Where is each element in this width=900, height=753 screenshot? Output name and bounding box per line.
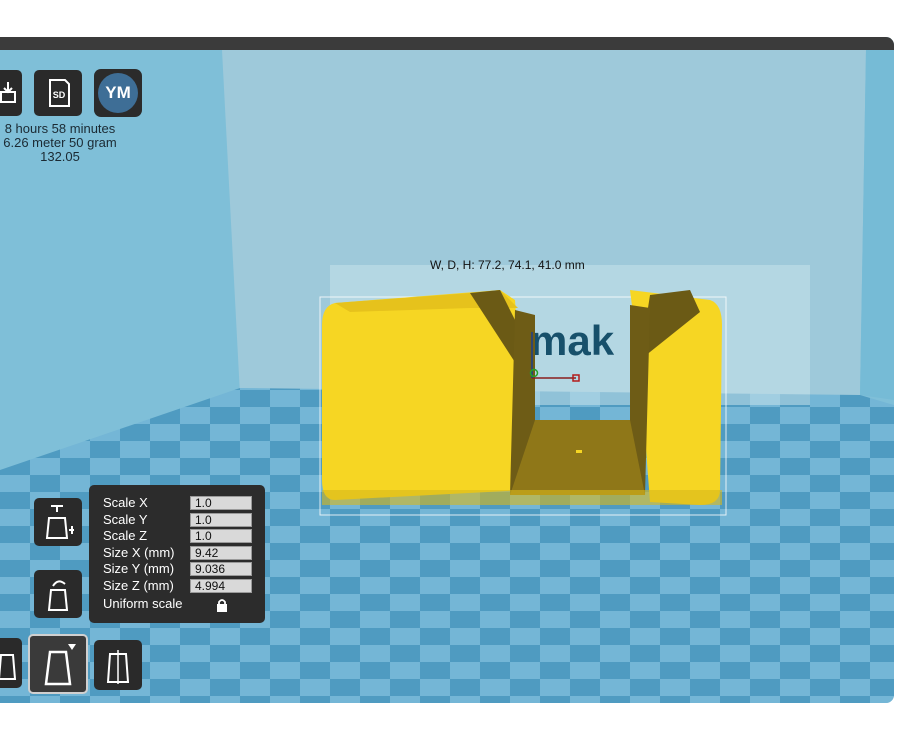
youmagine-button[interactable]: YM (94, 69, 142, 117)
scale-to-max-icon (45, 505, 74, 539)
scale-y-input[interactable]: 1.0 (190, 512, 252, 527)
size-z-input[interactable]: 4.994 (190, 578, 252, 593)
scale-reset-button[interactable] (34, 570, 82, 618)
scale-x-label: Scale X (103, 495, 148, 510)
size-y-row: Size Y (mm) 9.036 (103, 561, 265, 578)
size-x-label: Size X (mm) (103, 544, 175, 560)
scale-x-row: Scale X 1.0 (103, 495, 265, 512)
scale-y-row: Scale Y 1.0 (103, 512, 265, 529)
size-z-label: Size Z (mm) (103, 577, 174, 593)
backdrop-logo-text: mak (530, 317, 615, 364)
app-window: mak SD YM 8 hours 58 minutes 6.26 meter … (0, 37, 894, 703)
scale-reset-icon (47, 580, 69, 611)
mirror-icon (106, 650, 130, 684)
print-material: 6.26 meter 50 gram (3, 135, 117, 150)
uniform-scale-label: Uniform scale (103, 596, 183, 611)
scale-z-input[interactable]: 1.0 (190, 529, 252, 543)
scale-panel: Scale X 1.0 Scale Y 1.0 Scale Z 1.0 Size… (89, 485, 265, 623)
uniform-scale-row: Uniform scale (103, 596, 265, 613)
scale-button[interactable] (28, 634, 88, 694)
model-object (322, 290, 722, 505)
scale-y-label: Scale Y (103, 511, 148, 527)
sd-card-icon: SD (49, 79, 70, 107)
print-time: 8 hours 58 minutes (4, 121, 116, 136)
model-dimensions: W, D, H: 77.2, 74.1, 41.0 mm (430, 258, 585, 272)
scale-max-button[interactable] (34, 498, 82, 546)
lock-icon[interactable] (216, 598, 228, 617)
scale-z-row: Scale Z 1.0 (103, 528, 265, 545)
scale-icon (44, 644, 76, 686)
size-y-label: Size Y (mm) (103, 561, 175, 576)
size-x-input[interactable]: 9.42 (190, 545, 252, 560)
scale-x-input[interactable]: 1.0 (190, 496, 252, 510)
size-y-input[interactable]: 9.036 (190, 562, 252, 576)
size-x-row: Size X (mm) 9.42 (103, 545, 265, 562)
3d-viewport[interactable]: mak SD YM 8 hours 58 minutes 6.26 meter … (0, 50, 894, 703)
scale-z-label: Scale Z (103, 528, 148, 543)
mirror-button[interactable] (94, 640, 142, 690)
youmagine-icon: YM (98, 73, 138, 113)
svg-text:SD: SD (53, 90, 66, 100)
size-z-row: Size Z (mm) 4.994 (103, 578, 265, 595)
load-model-button[interactable] (0, 70, 22, 116)
print-cost: 132.05 (40, 149, 80, 164)
rotate-button[interactable] (0, 638, 22, 688)
load-icon (0, 82, 16, 103)
title-bar (0, 37, 894, 50)
rotate-icon (0, 654, 17, 680)
save-to-sd-button[interactable]: SD (34, 70, 82, 116)
